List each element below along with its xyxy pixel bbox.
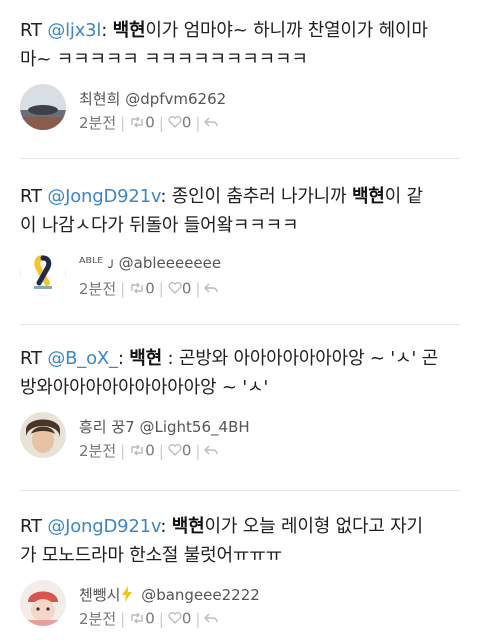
- reply-icon[interactable]: [204, 610, 219, 628]
- avatar[interactable]: [20, 412, 66, 458]
- divider: [20, 490, 460, 491]
- retweet-icon[interactable]: [129, 114, 145, 132]
- divider: [20, 158, 460, 159]
- keyword: 백현: [171, 516, 205, 537]
- rt-prefix: RT: [20, 516, 48, 537]
- retweet-count: 0: [145, 609, 155, 628]
- avatar[interactable]: [20, 84, 66, 130]
- heart-icon[interactable]: [168, 280, 182, 298]
- user-name: ᴬᴮᴸᴱ ᴊ: [79, 254, 114, 272]
- user-line[interactable]: 흥리 꿍7 @Light56_4BH: [79, 416, 250, 437]
- tweet-meta: 2분전 | 0 | 0 |: [79, 278, 219, 299]
- like-count: 0: [181, 609, 192, 628]
- user-handle: @bangeee2222: [141, 586, 260, 604]
- reply-icon[interactable]: [204, 442, 219, 460]
- keyword: 백현: [351, 186, 385, 207]
- tweet-text: RT @JongD921v: 종인이 춤추러 나가니까 백현이 같이 나감ㅅ다가…: [20, 186, 423, 236]
- user-handle: @ableeeeeee: [118, 254, 222, 272]
- reply-icon[interactable]: [204, 114, 219, 132]
- user-handle: @Light56_4BH: [139, 418, 250, 436]
- heart-icon[interactable]: [168, 114, 182, 132]
- user-handle: @dpfvm6262: [125, 90, 227, 108]
- retweet-count: 0: [145, 113, 155, 132]
- tweet-meta: 2분전 | 0 | 0 |: [79, 112, 219, 133]
- retweet-icon[interactable]: [129, 610, 145, 628]
- tweet-text: RT @ljx3l: 백현이가 엄마야~ 하니까 찬열이가 헤이마 마~ ㅋㅋㅋㅋ…: [20, 20, 428, 70]
- tweet-text: RT @JongD921v: 백현이가 오늘 레이형 없다고 자기 가 모노드라마…: [20, 516, 423, 566]
- tweet-meta: 2분전 | 0 | 0 |: [79, 440, 219, 461]
- like-count: 0: [181, 279, 192, 298]
- like-count: 0: [181, 113, 192, 132]
- retweet-icon[interactable]: [129, 442, 145, 460]
- mention-link[interactable]: @B_oX_: [47, 348, 118, 369]
- avatar[interactable]: [20, 250, 66, 296]
- keyword: 백현: [129, 348, 162, 369]
- rt-prefix: RT: [20, 348, 48, 369]
- mention-link[interactable]: @JongD921v: [47, 516, 160, 537]
- timestamp: 2분전: [79, 610, 117, 628]
- user-name: 최현희: [79, 90, 121, 108]
- mention-link[interactable]: @JongD921v: [47, 186, 160, 207]
- user-line[interactable]: 첸뺑시 @bangeee2222: [79, 584, 260, 606]
- retweet-count: 0: [145, 441, 155, 460]
- rt-prefix: RT: [20, 20, 48, 41]
- divider: [20, 324, 460, 325]
- reply-icon[interactable]: [204, 280, 219, 298]
- heart-icon[interactable]: [168, 610, 182, 628]
- lightning-icon: [122, 585, 133, 606]
- like-count: 0: [181, 441, 192, 460]
- timestamp: 2분전: [79, 442, 117, 460]
- timestamp: 2분전: [79, 280, 117, 298]
- retweet-count: 0: [145, 279, 155, 298]
- user-line[interactable]: ᴬᴮᴸᴱ ᴊ @ableeeeeee: [79, 254, 221, 272]
- tweet-text: RT @B_oX_: 백현 : 곤방와 아아아아아아아앙 ~ 'ㅅ' 곤 방와아아…: [20, 348, 439, 398]
- avatar[interactable]: [20, 580, 66, 626]
- retweet-icon[interactable]: [129, 280, 145, 298]
- heart-icon[interactable]: [168, 442, 182, 460]
- timestamp: 2분전: [79, 114, 117, 132]
- rt-prefix: RT: [20, 186, 48, 207]
- keyword: 백현: [112, 20, 146, 41]
- user-line[interactable]: 최현희 @dpfvm6262: [79, 88, 226, 109]
- tweet-meta: 2분전 | 0 | 0 |: [79, 608, 219, 629]
- mention-link[interactable]: @ljx3l: [47, 20, 101, 41]
- user-name: 첸뺑시: [79, 586, 121, 604]
- user-name: 흥리 꿍7: [79, 418, 135, 436]
